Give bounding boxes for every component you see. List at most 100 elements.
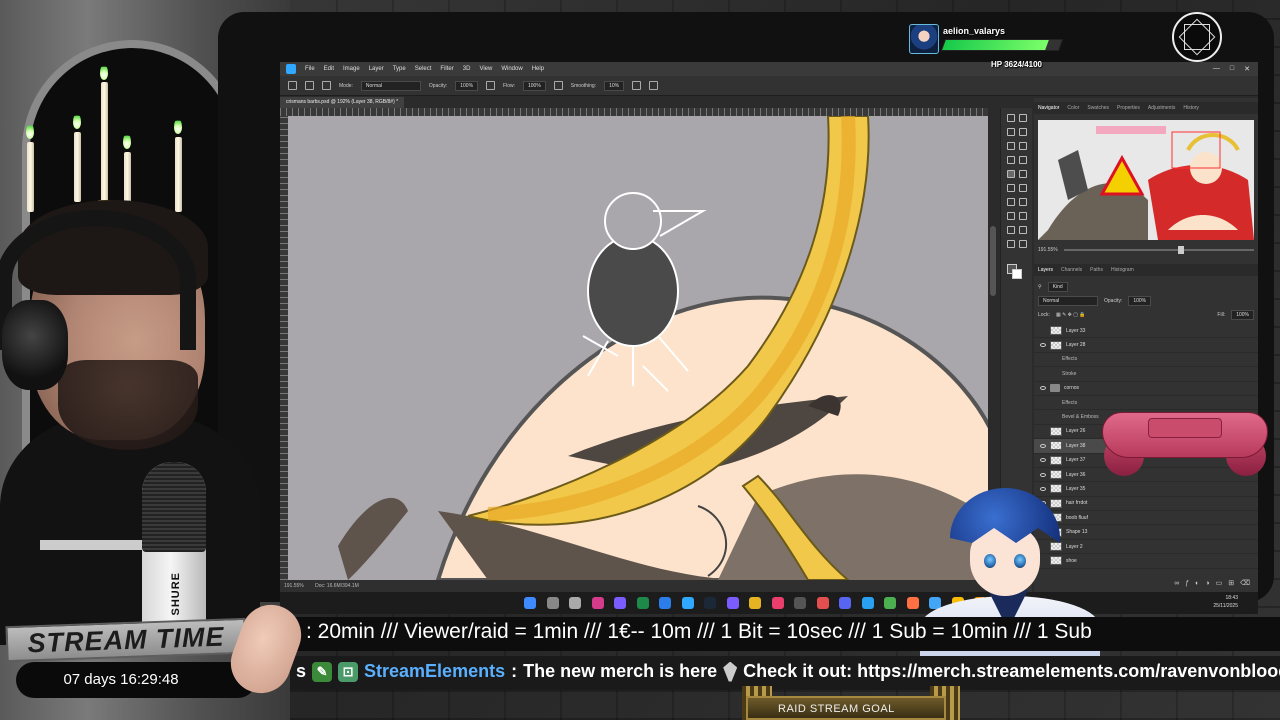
- fill-field[interactable]: 100%: [1231, 309, 1254, 320]
- menu-image[interactable]: Image: [343, 66, 360, 72]
- instagram-icon[interactable]: [591, 597, 604, 609]
- stamp-tool-icon[interactable]: [1019, 170, 1027, 178]
- epic-icon[interactable]: [794, 597, 806, 609]
- app-icon[interactable]: [726, 597, 739, 609]
- layer-effect-row[interactable]: Stroke: [1034, 367, 1258, 382]
- eye-icon[interactable]: [1040, 343, 1046, 348]
- tab-layers[interactable]: Layers: [1038, 267, 1053, 273]
- eye-icon[interactable]: [1040, 472, 1046, 477]
- menu-type[interactable]: Type: [393, 66, 406, 72]
- drawing-canvas[interactable]: [288, 116, 988, 580]
- taskbar-clock[interactable]: 18:43 25/11/2025: [1213, 594, 1238, 610]
- edge-icon[interactable]: [861, 597, 874, 609]
- link-icon[interactable]: ∞: [1174, 580, 1179, 587]
- fx-icon[interactable]: ƒ: [1185, 580, 1189, 587]
- eye-icon[interactable]: [1040, 429, 1046, 433]
- menu-window[interactable]: Window: [501, 66, 522, 72]
- frame-tool-icon[interactable]: [1019, 142, 1027, 150]
- move-tool-icon[interactable]: [1007, 114, 1015, 122]
- tab-swatches[interactable]: Swatches: [1087, 105, 1109, 111]
- scroll-thumb[interactable]: [990, 226, 996, 296]
- brush-preset-icon[interactable]: [322, 81, 331, 90]
- path-select-icon[interactable]: [1007, 226, 1015, 234]
- layer-row[interactable]: Layer 28: [1034, 338, 1258, 353]
- artboard-tool-icon[interactable]: [1019, 114, 1027, 122]
- minimize-icon[interactable]: —: [1213, 65, 1220, 73]
- brush-tool-icon[interactable]: [1007, 170, 1015, 178]
- gear-icon[interactable]: [632, 81, 642, 90]
- steam-icon[interactable]: [704, 597, 716, 609]
- tab-navigator[interactable]: Navigator: [1038, 105, 1059, 111]
- new-layer-icon[interactable]: ⊞: [1228, 579, 1234, 587]
- crop-tool-icon[interactable]: [1007, 142, 1015, 150]
- pressure-opacity-icon[interactable]: [486, 81, 496, 90]
- pen-tool-icon[interactable]: [1007, 212, 1015, 220]
- navigator-preview[interactable]: [1038, 120, 1254, 240]
- navigator-zoom-slider[interactable]: [1063, 246, 1254, 254]
- tab-histogram[interactable]: Histogram: [1111, 267, 1134, 273]
- background-color-swatch[interactable]: [1012, 269, 1022, 279]
- eyedropper-icon[interactable]: [1007, 156, 1015, 164]
- app-icon[interactable]: [816, 597, 829, 609]
- healing-brush-icon[interactable]: [1019, 156, 1027, 164]
- document-tab[interactable]: crismans barbs.psd @ 192% (Layer 38, RGB…: [280, 97, 405, 108]
- menu-select[interactable]: Select: [415, 66, 432, 72]
- layer-row[interactable]: Layer 33: [1034, 324, 1258, 339]
- app-icon[interactable]: [614, 597, 626, 609]
- search-icon[interactable]: [546, 597, 559, 609]
- app-icon[interactable]: [771, 597, 784, 609]
- type-tool-icon[interactable]: [1019, 212, 1027, 220]
- history-brush-icon[interactable]: [1007, 184, 1015, 192]
- slider-knob[interactable]: [1177, 246, 1184, 254]
- tab-history[interactable]: History: [1183, 105, 1199, 111]
- folder-icon[interactable]: ▭: [1216, 579, 1223, 587]
- flow-field[interactable]: 100%: [523, 80, 546, 91]
- excel-icon[interactable]: [636, 597, 649, 609]
- mask-icon[interactable]: ◐: [1195, 580, 1199, 587]
- eye-icon[interactable]: [1040, 329, 1046, 333]
- tab-channels[interactable]: Channels: [1061, 267, 1082, 273]
- shape-tool-icon[interactable]: [1019, 226, 1027, 234]
- eraser-icon[interactable]: [1019, 184, 1027, 192]
- hand-tool-icon[interactable]: [1007, 240, 1015, 248]
- tab-color[interactable]: Color: [1067, 105, 1079, 111]
- magic-wand-icon[interactable]: [1019, 128, 1027, 136]
- trash-icon[interactable]: ⌫: [1240, 579, 1250, 587]
- angle-icon[interactable]: [649, 81, 659, 90]
- menu-help[interactable]: Help: [532, 66, 544, 72]
- blur-tool-icon[interactable]: [1019, 198, 1027, 206]
- menu-edit[interactable]: Edit: [324, 66, 334, 72]
- menu-file[interactable]: File: [305, 66, 315, 72]
- eye-icon[interactable]: [1040, 458, 1046, 463]
- tab-paths[interactable]: Paths: [1090, 267, 1103, 273]
- menu-layer[interactable]: Layer: [369, 66, 384, 72]
- home-icon[interactable]: [288, 81, 297, 90]
- layer-kind-select[interactable]: Kind: [1047, 281, 1068, 292]
- close-icon[interactable]: ✕: [1244, 65, 1250, 73]
- tab-properties[interactable]: Properties: [1117, 105, 1140, 111]
- mode-select[interactable]: Normal: [360, 80, 421, 91]
- zoom-tool-icon[interactable]: [1019, 240, 1027, 248]
- layer-effect-row[interactable]: Effects: [1034, 353, 1258, 368]
- photoshop-icon[interactable]: [681, 597, 694, 609]
- airbrush-icon[interactable]: [553, 81, 563, 90]
- adjustment-icon[interactable]: ◑: [1205, 580, 1209, 587]
- task-view-icon[interactable]: [569, 597, 581, 609]
- photos-icon[interactable]: [659, 597, 671, 609]
- gradient-tool-icon[interactable]: [1007, 198, 1015, 206]
- lock-icons[interactable]: ▦ ✎ ✥ ▢ 🔒: [1056, 312, 1086, 318]
- start-icon[interactable]: [524, 597, 536, 609]
- lasso-tool-icon[interactable]: [1007, 128, 1015, 136]
- app-icon[interactable]: [884, 597, 896, 609]
- tab-adjustments[interactable]: Adjustments: [1148, 105, 1176, 111]
- eye-icon[interactable]: [1040, 386, 1046, 391]
- eye-icon[interactable]: [1040, 443, 1046, 448]
- layer-opacity-field[interactable]: 100%: [1128, 295, 1152, 306]
- folder-icon[interactable]: [749, 597, 761, 609]
- menu-view[interactable]: View: [479, 66, 492, 72]
- smoothing-field[interactable]: 10%: [604, 80, 625, 91]
- menu-filter[interactable]: Filter: [440, 66, 453, 72]
- maximize-icon[interactable]: □: [1230, 65, 1234, 73]
- brush-tool-icon[interactable]: [305, 81, 314, 90]
- menu-3d[interactable]: 3D: [463, 66, 471, 72]
